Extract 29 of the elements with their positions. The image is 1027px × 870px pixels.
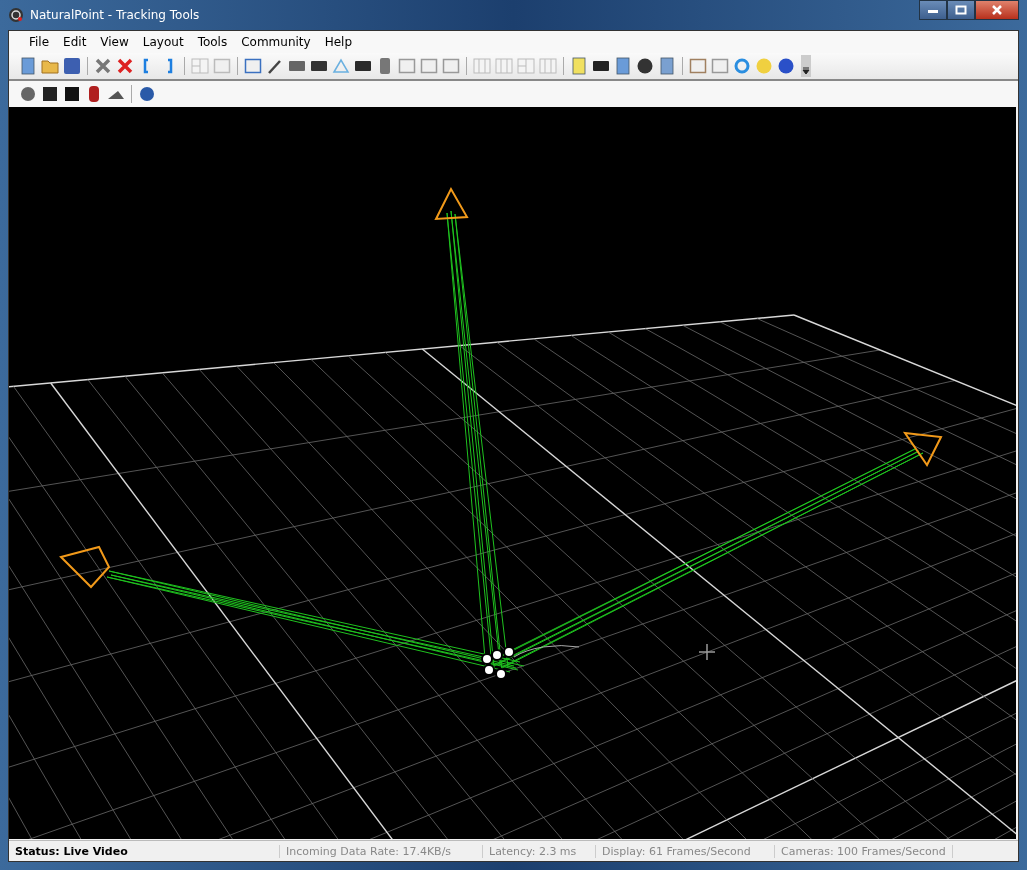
status-field: Cameras: 100 Frames/Second (775, 844, 953, 858)
maximize-button[interactable] (947, 0, 975, 20)
menu-item[interactable]: Tools (191, 35, 234, 49)
crosshair-icon (698, 643, 716, 661)
minimize-button[interactable] (919, 0, 947, 20)
minimize-icon (927, 7, 939, 13)
new-document-icon[interactable] (19, 57, 37, 75)
status-field: Incoming Data Rate: 17.4KB/s (280, 844, 483, 858)
menu-item[interactable]: Help (318, 35, 358, 49)
delete-icon[interactable] (116, 57, 134, 75)
menu-item[interactable]: View (94, 35, 135, 49)
window-title: NaturalPoint - Tracking Tools (30, 8, 200, 22)
menu-item[interactable]: Edit (57, 35, 93, 49)
menu-item[interactable]: Community (235, 35, 317, 49)
app-logo-icon (8, 7, 24, 23)
maximize-icon (955, 5, 967, 15)
status-field: Status: Live Video (9, 844, 280, 858)
close-icon (991, 5, 1003, 15)
menu-item[interactable]: File (23, 35, 56, 49)
toolbar-overflow-icon[interactable] (801, 55, 811, 77)
refresh-icon[interactable] (733, 57, 751, 75)
status-field: Latency: 2.3 ms (483, 844, 596, 858)
camera-marker-icon[interactable] (902, 431, 943, 467)
status-field: Display: 61 Frames/Second (596, 844, 775, 858)
close-button[interactable] (975, 0, 1019, 20)
camera-marker-icon[interactable] (59, 545, 111, 589)
menu-item[interactable]: Layout (136, 35, 190, 49)
folder-icon[interactable] (41, 57, 59, 75)
camera-marker-icon[interactable] (434, 186, 469, 221)
